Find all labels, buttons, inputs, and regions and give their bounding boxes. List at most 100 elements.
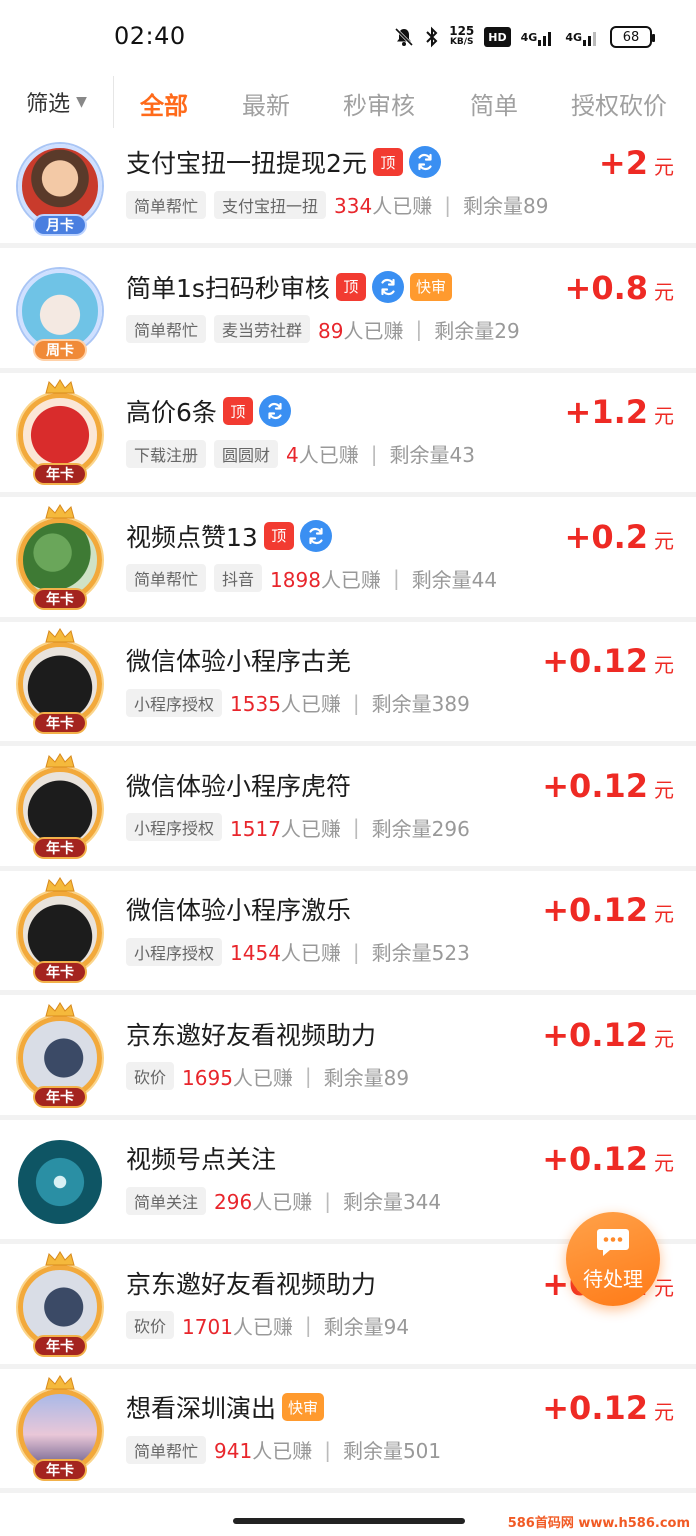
reward-unit: 元 — [654, 1400, 674, 1424]
task-title-row: 视频点赞13 顶 — [126, 518, 332, 554]
task-category-chip: 简单关注 — [126, 1186, 207, 1215]
task-row[interactable]: 年卡 想看深圳演出 快审 简单帮忙 941人已赚 | 剩余量501 +0.12 元 — [0, 1369, 696, 1493]
task-row[interactable]: 年卡 视频点赞13 顶简单帮忙 抖音 1898人已赚 | 剩余量44 +0.2 元 — [0, 498, 696, 622]
crown-icon — [45, 379, 75, 394]
row-separator — [0, 1114, 696, 1120]
task-title: 高价6条 — [126, 398, 217, 427]
task-avatar: 月卡 — [16, 142, 104, 236]
task-avatar: 年卡 — [16, 1375, 104, 1481]
task-meta: 简单帮忙 941人已赚 | 剩余量501 — [126, 1435, 441, 1464]
membership-badge: 年卡 — [33, 712, 87, 734]
task-category-chip: 砍价 — [126, 1311, 175, 1339]
pinned-tag: 顶 — [372, 148, 403, 176]
task-title-row: 京东邀好友看视频助力 — [126, 1016, 376, 1052]
task-reward: +0.12元 — [542, 1140, 674, 1178]
tab-simple[interactable]: 简单 — [470, 86, 518, 121]
meta-divider: | — [352, 939, 360, 964]
tab-all[interactable]: 全部 — [140, 86, 188, 121]
task-avatar — [16, 1138, 104, 1226]
meta-divider: | — [304, 1064, 312, 1088]
meta-divider: | — [352, 690, 360, 715]
crown-icon — [45, 1375, 75, 1390]
task-title: 微信体验小程序虎符 — [126, 771, 352, 801]
task-title-row: 微信体验小程序激乐 — [126, 891, 351, 927]
task-meta: 简单帮忙 支付宝扭一扭 334人已赚 | 剩余量89 — [126, 190, 548, 219]
tab-authorize-bargain[interactable]: 授权砍价 — [571, 86, 667, 121]
row-separator — [0, 1488, 696, 1493]
earned-count: 1535 — [230, 692, 281, 716]
remaining-count: 剩余量94 — [323, 1314, 410, 1339]
refresh-icon — [371, 270, 404, 303]
remaining-count: 剩余量89 — [462, 194, 549, 218]
reward-unit: 元 — [654, 653, 674, 677]
task-avatar: 年卡 — [16, 752, 104, 859]
reward-unit: 元 — [654, 404, 674, 428]
reward-amount: +0.12 — [542, 1015, 648, 1054]
task-reward: +0.2 元 — [565, 518, 675, 556]
reward-amount: +0.2 — [564, 517, 649, 556]
filter-button[interactable]: 筛选 ▼ — [0, 76, 114, 128]
earned-suffix: 人已赚 — [252, 1439, 313, 1463]
row-separator — [0, 990, 696, 995]
task-category-chip: 麦当劳社群 — [214, 315, 311, 343]
refresh-icon — [258, 395, 291, 427]
crown-icon — [45, 1250, 75, 1265]
refresh-icon — [408, 146, 441, 178]
task-row[interactable]: 年卡 微信体验小程序古羌 小程序授权 1535人已赚 | 剩余量389 +0.12 元 — [0, 622, 696, 746]
status-icons: 125 KB/S HD 4G 4G 68 — [393, 22, 655, 52]
task-title: 视频点赞13 — [126, 522, 258, 552]
task-reward: +0.12元 — [542, 1389, 674, 1427]
row-separator — [0, 243, 696, 248]
task-avatar: 年卡 — [16, 628, 104, 734]
task-title: 简单1s扫码秒审核 — [126, 273, 330, 303]
task-row[interactable]: 年卡 京东邀好友看视频助力 砍价 1695人已赚 | 剩余量89 +0.12 元 — [0, 996, 696, 1120]
pinned-tag: 顶 — [222, 397, 253, 425]
task-reward: +2 元 — [599, 144, 674, 182]
task-category-chip: 简单帮忙 — [126, 315, 207, 343]
tab-newest[interactable]: 最新 — [242, 86, 290, 121]
meta-divider: | — [370, 441, 378, 466]
task-row[interactable]: 年卡 高价6条顶下载注册 圆圆财 4人已赚 | 剩余量43 +1.2 元 — [0, 373, 696, 497]
task-meta: 下载注册 圆圆财 4人已赚 | 剩余量43 — [126, 439, 475, 468]
task-reward: +0.12元 — [542, 642, 674, 680]
membership-badge: 月卡 — [33, 214, 87, 236]
task-category-chip: 简单帮忙 — [126, 564, 207, 592]
pending-button[interactable]: 待处理 — [566, 1212, 660, 1306]
meta-divider: | — [444, 192, 451, 217]
task-reward: +0.8 元 — [565, 269, 675, 307]
meta-divider: | — [324, 1437, 331, 1462]
task-category-chip: 小程序授权 — [126, 813, 223, 841]
remaining-count: 剩余量389 — [371, 692, 470, 716]
reward-unit: 元 — [654, 1275, 674, 1300]
task-title: 视频号点关注 — [126, 1145, 277, 1174]
reward-amount: +2 — [598, 144, 648, 182]
task-meta: 小程序授权 1517人已赚 | 剩余量296 — [126, 813, 470, 842]
meta-divider: | — [392, 566, 400, 590]
task-category-chip: 小程序授权 — [126, 937, 223, 966]
remaining-count: 剩余量44 — [411, 567, 498, 592]
row-separator — [0, 1363, 696, 1369]
category-tabs: 筛选 ▼ 全部 最新 秒审核 简单 授权砍价 — [0, 76, 696, 128]
task-row[interactable]: 年卡 微信体验小程序虎符 小程序授权 1517人已赚 | 剩余量296 +0.12 元 — [0, 747, 696, 871]
task-row[interactable]: 月卡 支付宝扭一扭提现2元顶简单帮忙 支付宝扭一扭 334人已赚 | 剩余量89 +2 元 — [0, 124, 696, 248]
task-title-row: 支付宝扭一扭提现2元顶 — [126, 144, 441, 180]
home-indicator[interactable] — [233, 1518, 465, 1524]
tab-instant-review[interactable]: 秒审核 — [343, 86, 415, 121]
membership-badge: 年卡 — [33, 1459, 87, 1481]
task-title: 京东邀好友看视频助力 — [126, 1269, 377, 1299]
pinned-tag: 顶 — [263, 521, 294, 550]
earned-suffix: 人已赚 — [280, 692, 341, 716]
reward-unit: 元 — [654, 902, 674, 926]
task-title: 想看深圳演出 — [126, 1394, 277, 1423]
task-title-row: 京东邀好友看视频助力 — [126, 1265, 376, 1301]
status-time: 02:40 — [114, 22, 186, 50]
reward-amount: +0.8 — [564, 268, 649, 307]
task-meta: 简单帮忙 麦当劳社群 89人已赚 | 剩余量29 — [126, 315, 520, 344]
task-row[interactable]: 年卡 微信体验小程序激乐 小程序授权 1454人已赚 | 剩余量523 +0.12 元 — [0, 871, 696, 995]
row-separator — [0, 367, 696, 373]
earned-count: 1898 — [270, 567, 321, 592]
row-separator — [0, 492, 696, 497]
task-row[interactable]: 周卡 简单1s扫码秒审核顶 快审 简单帮忙 麦当劳社群 89人已赚 | 剩余量29 +0.8 元 — [0, 249, 696, 373]
meta-divider: | — [304, 1313, 312, 1337]
task-reward: +0.12元 — [542, 1016, 674, 1054]
